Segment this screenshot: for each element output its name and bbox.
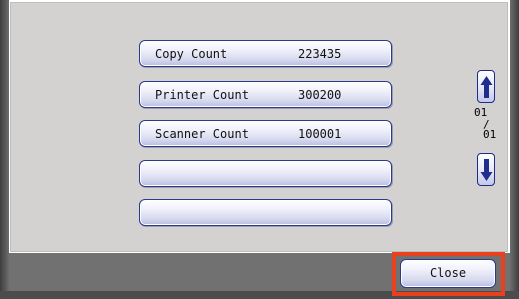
arrow-down-icon [480,159,493,181]
lcd-screen: Copy Count 223435 Printer Count 300200 S… [9,0,510,291]
bezel-right [510,0,519,299]
counter-row-empty[interactable] [139,160,392,187]
device-screen: Copy Count 223435 Printer Count 300200 S… [0,0,519,299]
scroll-down-button[interactable] [477,153,495,186]
arrow-up-icon [480,76,493,98]
total-pages: 01 [483,128,497,141]
counter-label: Copy Count [155,47,228,61]
close-button[interactable]: Close [400,259,496,288]
counter-value: 223435 [298,47,342,61]
counter-row-copy[interactable]: Copy Count 223435 [139,40,392,67]
counter-panel: Copy Count 223435 Printer Count 300200 S… [10,2,508,252]
counter-row-empty[interactable] [139,199,392,226]
counter-row-scanner[interactable]: Scanner Count 100001 [139,120,392,147]
counter-value: 300200 [298,88,342,102]
counter-value: 100001 [298,127,342,141]
counter-row-printer[interactable]: Printer Count 300200 [139,81,392,108]
scroll-up-button[interactable] [477,70,495,103]
counter-label: Printer Count [155,88,249,102]
bezel-left [0,0,9,299]
counter-label: Scanner Count [155,127,249,141]
